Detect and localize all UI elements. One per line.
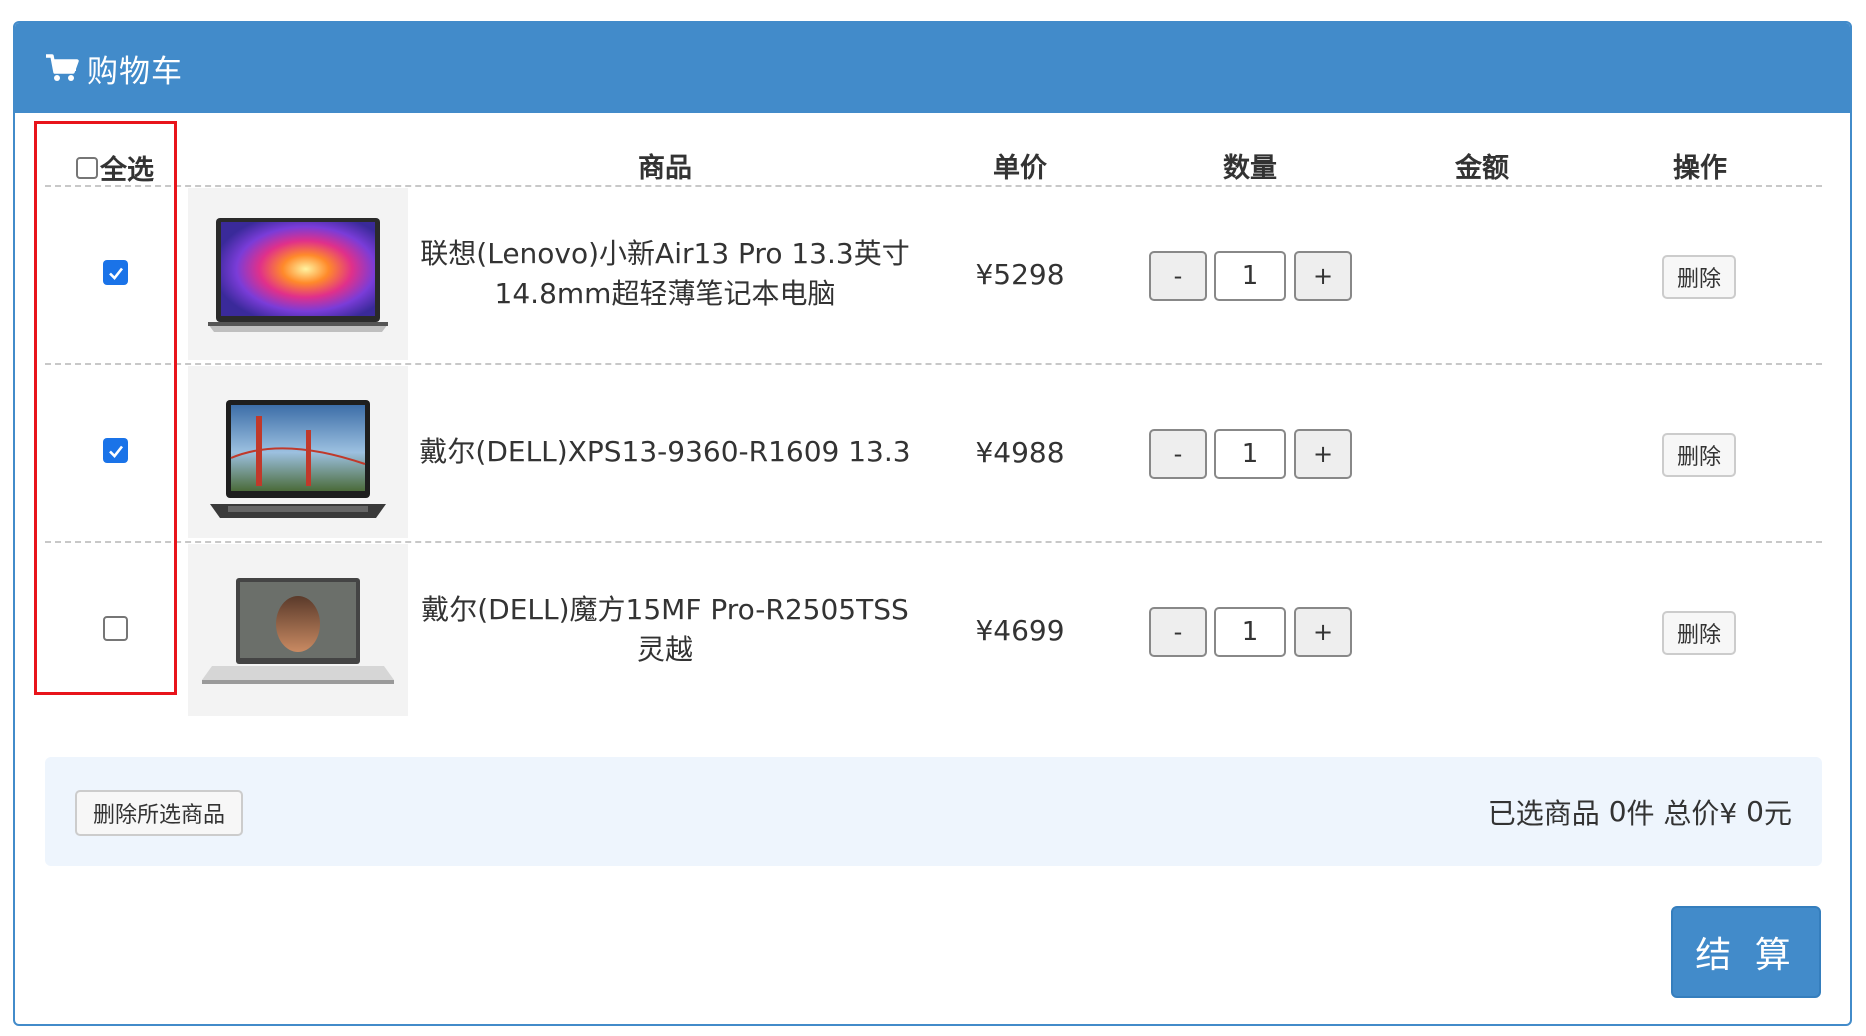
increase-quantity-button[interactable]: +	[1294, 251, 1352, 301]
delete-button[interactable]: 删除	[1662, 433, 1736, 477]
shopping-cart-icon	[46, 54, 79, 81]
panel-title: 购物车	[87, 53, 183, 90]
quantity-input[interactable]: 1	[1214, 251, 1286, 301]
column-header-product: 商品	[638, 153, 692, 184]
column-header-unit-price: 单价	[993, 153, 1047, 184]
delete-button[interactable]: 删除	[1662, 611, 1736, 655]
decrease-quantity-button[interactable]: -	[1149, 251, 1207, 301]
select-all-label: 全选	[100, 155, 154, 186]
quantity-input[interactable]: 1	[1214, 607, 1286, 657]
row-checkbox[interactable]	[103, 616, 128, 641]
increase-quantity-button[interactable]: +	[1294, 607, 1352, 657]
laptop-image	[208, 218, 388, 332]
select-all[interactable]: 全选	[74, 148, 154, 187]
table-row: 戴尔(DELL)魔方15MF Pro-R2505TSS灵越 ¥4699 - 1 …	[0, 542, 1839, 718]
summary-bar: 删除所选商品 已选商品 0 件 总价¥ 0 元	[45, 757, 1822, 866]
laptop-image	[202, 578, 394, 684]
total-prefix: 总价¥	[1654, 796, 1747, 830]
decrease-quantity-button[interactable]: -	[1149, 607, 1207, 657]
count-unit: 件	[1626, 796, 1655, 830]
row-checkbox[interactable]	[103, 438, 128, 463]
table-row: 联想(Lenovo)小新Air13 Pro 13.3英寸14.8mm超轻薄笔记本…	[0, 186, 1839, 362]
checkmark-icon	[108, 267, 123, 280]
product-image	[188, 544, 408, 716]
quantity-input[interactable]: 1	[1214, 429, 1286, 479]
unit-price: ¥4988	[975, 435, 1065, 469]
decrease-quantity-button[interactable]: -	[1149, 429, 1207, 479]
increase-quantity-button[interactable]: +	[1294, 429, 1352, 479]
total-value: 0	[1746, 795, 1764, 828]
panel-header: 购物车	[15, 23, 1850, 113]
laptop-image	[210, 400, 386, 518]
product-image	[188, 366, 408, 538]
column-header-amount: 金额	[1455, 153, 1509, 184]
column-header-quantity: 数量	[1223, 153, 1277, 184]
selection-summary: 已选商品 0 件 总价¥ 0 元	[1488, 757, 1792, 866]
currency-unit: 元	[1763, 796, 1792, 830]
product-name[interactable]: 戴尔(DELL)魔方15MF Pro-R2505TSS灵越	[410, 542, 920, 718]
product-image	[188, 188, 408, 360]
row-checkbox[interactable]	[103, 260, 128, 285]
checkout-button[interactable]: 结 算	[1671, 906, 1821, 998]
select-all-checkbox[interactable]	[76, 156, 98, 179]
table-row: 戴尔(DELL)XPS13-9360-R1609 13.3 ¥4988 - 1 …	[0, 364, 1839, 540]
column-header-action: 操作	[1673, 153, 1727, 184]
selected-prefix: 已选商品	[1487, 796, 1609, 830]
unit-price: ¥4699	[975, 613, 1065, 647]
delete-selected-button[interactable]: 删除所选商品	[75, 790, 243, 836]
delete-button[interactable]: 删除	[1662, 255, 1736, 299]
selected-count: 0	[1608, 795, 1627, 828]
product-name[interactable]: 联想(Lenovo)小新Air13 Pro 13.3英寸14.8mm超轻薄笔记本…	[410, 186, 920, 362]
unit-price: ¥5298	[975, 257, 1065, 291]
product-name[interactable]: 戴尔(DELL)XPS13-9360-R1609 13.3	[410, 364, 920, 540]
checkmark-icon	[108, 445, 123, 458]
